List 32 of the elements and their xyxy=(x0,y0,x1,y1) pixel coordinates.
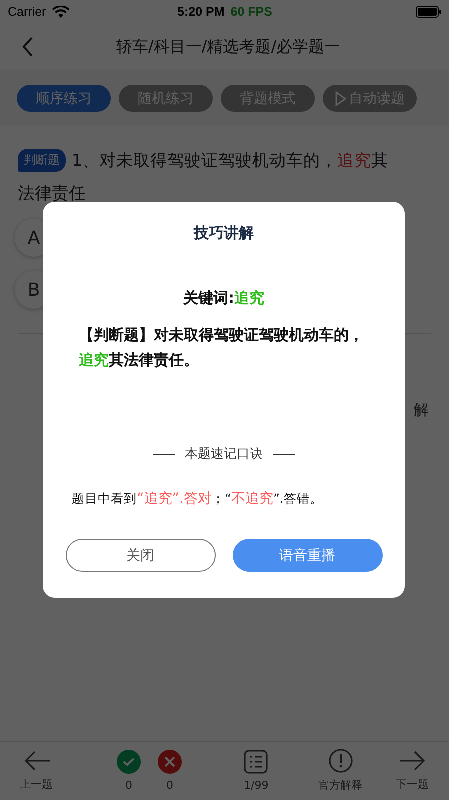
replay-button[interactable]: 语音重播 xyxy=(232,539,382,572)
back-icon[interactable] xyxy=(22,37,34,57)
nav-label[interactable]: 上一题 xyxy=(20,777,53,792)
wifi-icon xyxy=(52,6,70,18)
question-text: 1、对未取得驾驶证驾驶机动车的，追究其 xyxy=(72,150,388,172)
list-icon[interactable] xyxy=(244,750,268,774)
right-arrow-icon[interactable] xyxy=(400,750,426,772)
carrier-text: Carrier xyxy=(8,5,46,19)
question-text: 法律责任 xyxy=(18,183,86,205)
cross-icon xyxy=(158,750,182,774)
explanation-text: 【判断题】对未取得驾驶证驾驶机动车的， 追究其法律责任。 xyxy=(79,325,365,371)
close-button[interactable]: 关闭 xyxy=(66,539,216,572)
wrong-count: 0 xyxy=(166,779,174,792)
status-time: 5:20 PM xyxy=(178,5,225,19)
check-icon xyxy=(117,750,141,774)
play-icon xyxy=(335,90,347,106)
section-heading: 本题速记口诀 xyxy=(185,446,263,463)
explanation-text: 解 xyxy=(414,401,429,420)
dialog-title: 技巧讲解 xyxy=(194,224,254,243)
correct-count: 0 xyxy=(126,779,132,792)
question-counter: 1/99 xyxy=(244,779,269,792)
keyword-text: 关键词:追究 xyxy=(184,289,264,308)
fps-counter: 60 FPS xyxy=(230,5,272,19)
page-title: 轿车/科目一/精选考题/必学题一 xyxy=(115,36,342,58)
question-type-badge: 判断题 xyxy=(18,149,66,172)
exclamation-icon[interactable] xyxy=(328,749,353,773)
mode-tab[interactable]: 顺序练习 xyxy=(17,85,111,112)
nav-label[interactable]: 下一题 xyxy=(396,777,429,792)
left-arrow-icon[interactable] xyxy=(24,750,50,772)
mnemonic-text: 题目中看到“追究”.答对；“不追究”.答错。 xyxy=(71,490,323,508)
nav-label[interactable]: 官方解释 xyxy=(318,778,363,793)
battery-icon xyxy=(416,6,442,18)
